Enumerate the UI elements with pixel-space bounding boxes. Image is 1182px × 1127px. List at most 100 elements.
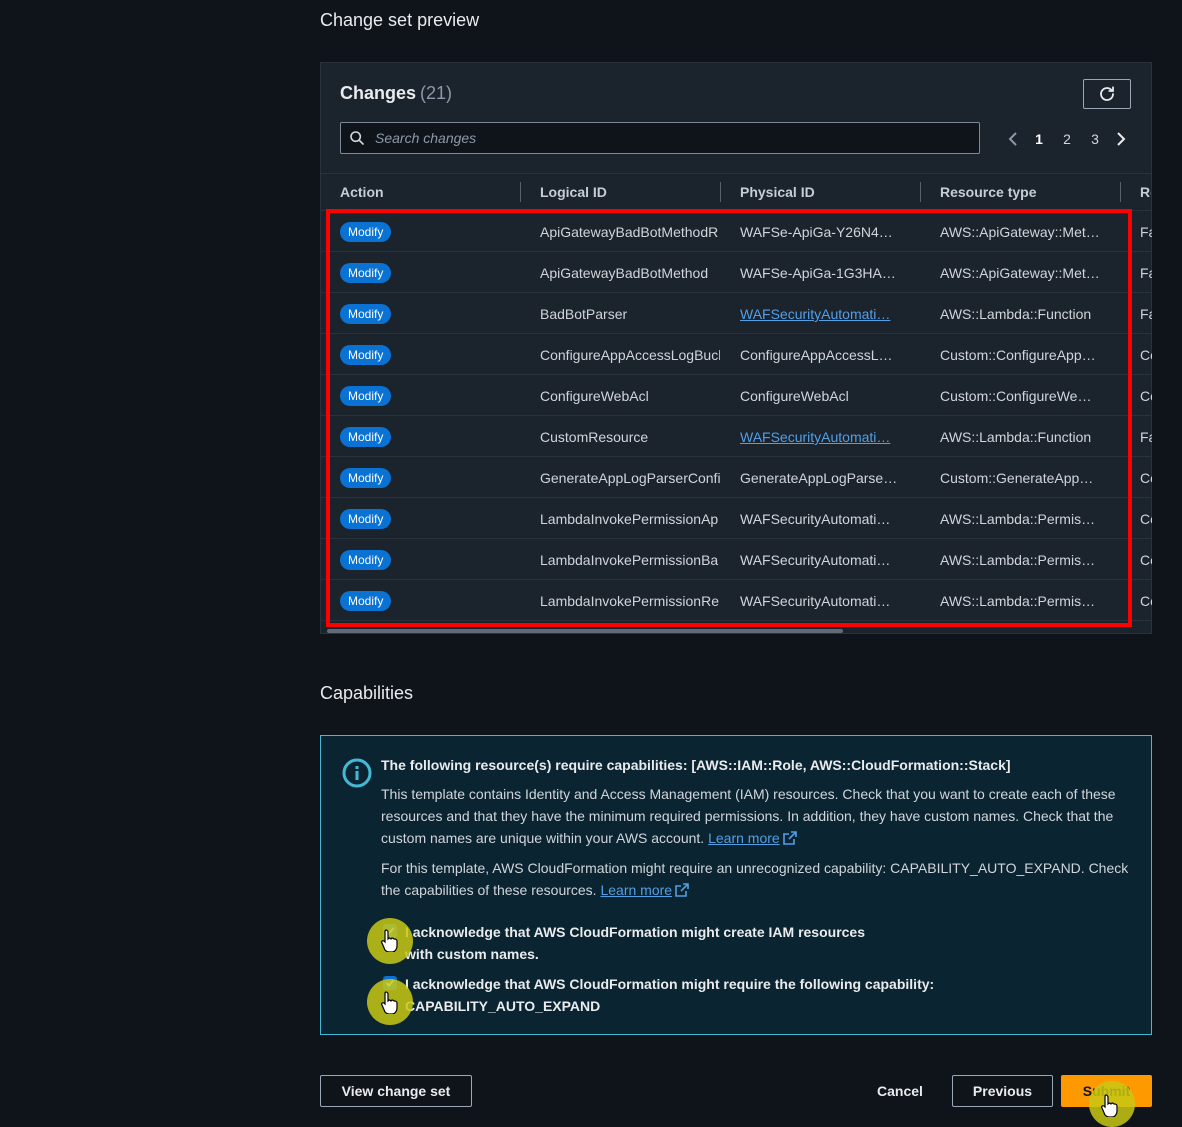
info-icon bbox=[342, 758, 372, 788]
external-link-icon[interactable] bbox=[782, 831, 797, 845]
table-row[interactable]: Modify BadBotParser WAFSecurityAutomati… AW… bbox=[321, 293, 1152, 334]
table-row[interactable]: Modify LambdaInvokePermissionBa WAFSecurit… bbox=[321, 539, 1152, 580]
action-badge: Modify bbox=[340, 427, 392, 447]
resource-type-cell: AWS::ApiGateway::Met… bbox=[940, 224, 1100, 240]
page-3-button[interactable]: 3 bbox=[1081, 131, 1109, 147]
table-header: Action Logical ID Physical ID Resource t… bbox=[321, 173, 1151, 211]
column-divider[interactable] bbox=[1120, 182, 1121, 202]
changes-header: Changes (21) bbox=[340, 83, 452, 104]
table-row[interactable]: Modify ConfigureWebAcl ConfigureWebAcl Cust… bbox=[321, 375, 1152, 416]
changes-label: Changes bbox=[340, 83, 417, 103]
physical-id-cell: ConfigureAppAccessLo… bbox=[740, 347, 900, 363]
ack-auto-expand-label: I acknowledge that AWS CloudFormation mi… bbox=[405, 976, 935, 992]
column-replacement[interactable]: Re bbox=[1140, 184, 1151, 200]
ack-iam-checkbox[interactable] bbox=[383, 924, 397, 938]
logical-id-cell: ConfigureAppAccessLogBuck bbox=[540, 347, 720, 363]
capabilities-alert: The following resource(s) require capabi… bbox=[320, 735, 1152, 1035]
submit-button[interactable]: Submit bbox=[1061, 1075, 1152, 1107]
replacement-cell: Co bbox=[1140, 511, 1152, 527]
replacement-cell: Co bbox=[1140, 552, 1152, 568]
column-action[interactable]: Action bbox=[340, 184, 384, 200]
replacement-cell: Co bbox=[1140, 593, 1152, 609]
ack-iam-checkbox-row[interactable]: I acknowledge that AWS CloudFormation mi… bbox=[383, 921, 943, 965]
chevron-left-icon bbox=[1008, 132, 1017, 146]
table-row[interactable]: Modify ConfigureAppAccessLogBuck Configure… bbox=[321, 334, 1152, 375]
logical-id-cell: LambdaInvokePermissionAp bbox=[540, 511, 719, 527]
replacement-cell: Fa bbox=[1140, 265, 1152, 281]
search-input[interactable] bbox=[373, 129, 957, 147]
learn-more-link[interactable]: Learn more bbox=[708, 830, 780, 846]
column-divider[interactable] bbox=[920, 182, 921, 202]
logical-id-cell: ApiGatewayBadBotMethod bbox=[540, 265, 709, 281]
table-row[interactable]: Modify GenerateAppLogParserConfi GenerateA… bbox=[321, 457, 1152, 498]
column-physical-id[interactable]: Physical ID bbox=[740, 184, 815, 200]
previous-page-button[interactable] bbox=[1001, 127, 1025, 151]
replacement-cell: Co bbox=[1140, 470, 1152, 486]
next-page-button[interactable] bbox=[1109, 127, 1133, 151]
resource-type-cell: AWS::Lambda::Function bbox=[940, 429, 1092, 445]
logical-id-cell: BadBotParser bbox=[540, 306, 628, 322]
replacement-cell: Fa bbox=[1140, 429, 1152, 445]
previous-button[interactable]: Previous bbox=[952, 1075, 1053, 1107]
replacement-cell: Co bbox=[1140, 388, 1152, 404]
physical-id-cell: ConfigureWebAcl bbox=[740, 388, 849, 404]
search-icon bbox=[350, 131, 364, 145]
table-row[interactable]: Modify CustomResource WAFSecurityAutomati…… bbox=[321, 416, 1152, 457]
physical-id-cell[interactable]: WAFSecurityAutomati… bbox=[740, 306, 900, 322]
resource-type-cell: Custom::ConfigureWe… bbox=[940, 388, 1092, 404]
horizontal-scrollbar[interactable] bbox=[327, 629, 843, 633]
action-badge: Modify bbox=[340, 263, 392, 283]
page-2-button[interactable]: 2 bbox=[1053, 131, 1081, 147]
change-set-preview-title: Change set preview bbox=[320, 10, 480, 30]
resource-type-cell: Custom::GenerateApp… bbox=[940, 470, 1094, 486]
iam-resources-paragraph: This template contains Identity and Acce… bbox=[381, 783, 1141, 849]
cancel-button[interactable]: Cancel bbox=[870, 1075, 930, 1107]
physical-id-cell: WAFSe-ApiGa-1G3HA… bbox=[740, 265, 896, 281]
replacement-cell: Fa bbox=[1140, 224, 1152, 240]
search-field[interactable] bbox=[340, 122, 980, 154]
physical-id-cell: WAFSe-ApiGa-Y26N49… bbox=[740, 224, 900, 240]
action-badge: Modify bbox=[340, 550, 392, 570]
action-badge: Modify bbox=[340, 591, 392, 611]
logical-id-cell: LambdaInvokePermissionBa bbox=[540, 552, 719, 568]
auto-expand-paragraph: For this template, AWS CloudFormation mi… bbox=[381, 857, 1141, 901]
refresh-button[interactable] bbox=[1083, 79, 1131, 109]
page-1-button[interactable]: 1 bbox=[1025, 131, 1053, 147]
resource-type-cell: AWS::Lambda::Function bbox=[940, 306, 1092, 322]
physical-id-cell: WAFSecurityAutomati… bbox=[740, 552, 891, 568]
column-divider[interactable] bbox=[720, 182, 721, 202]
table-row[interactable]: Modify ApiGatewayBadBotMethod WAFSe-ApiGa-… bbox=[321, 252, 1152, 293]
column-resource-type[interactable]: Resource type bbox=[940, 184, 1036, 200]
column-logical-id[interactable]: Logical ID bbox=[540, 184, 607, 200]
replacement-cell: Co bbox=[1140, 347, 1152, 363]
external-link-icon[interactable] bbox=[675, 883, 689, 897]
logical-id-cell: LambdaInvokePermissionRe bbox=[540, 593, 719, 609]
action-badge: Modify bbox=[340, 386, 392, 406]
ack-auto-expand-checkbox[interactable] bbox=[383, 976, 397, 990]
action-badge: Modify bbox=[340, 468, 392, 488]
table-row[interactable]: Modify LambdaInvokePermissionAp WAFSecurit… bbox=[321, 498, 1152, 539]
checkmark-icon bbox=[385, 927, 395, 935]
resource-type-cell: AWS::Lambda::Permiss… bbox=[940, 552, 1100, 568]
changes-panel: Changes(21) 1 2 3 Action Logical ID Phys… bbox=[320, 62, 1152, 634]
physical-id-cell[interactable]: WAFSecurityAutomati… bbox=[740, 429, 900, 445]
chevron-right-icon bbox=[1117, 132, 1126, 146]
learn-more-link[interactable]: Learn more bbox=[600, 882, 672, 898]
action-badge: Modify bbox=[340, 304, 392, 324]
table-row[interactable]: Modify ApiGatewayBadBotMethodR WAFSe-ApiGa… bbox=[321, 211, 1152, 252]
capabilities-title: Capabilities bbox=[320, 683, 414, 703]
physical-id-cell: GenerateAppLogParse… bbox=[740, 470, 898, 486]
physical-id-cell: WAFSecurityAutomati… bbox=[740, 511, 891, 527]
column-divider[interactable] bbox=[520, 182, 521, 202]
ack-iam-label: I acknowledge that AWS CloudFormation mi… bbox=[405, 924, 866, 962]
logical-id-cell: GenerateAppLogParserConfi bbox=[540, 470, 720, 486]
checkmark-icon bbox=[385, 979, 395, 987]
view-change-set-button[interactable]: View change set bbox=[320, 1075, 472, 1107]
resource-type-cell: AWS::Lambda::Permiss… bbox=[940, 593, 1100, 609]
ack-auto-expand-capability: CAPABILITY_AUTO_EXPAND bbox=[405, 998, 601, 1014]
action-badge: Modify bbox=[340, 509, 392, 529]
ack-auto-expand-checkbox-row[interactable]: I acknowledge that AWS CloudFormation mi… bbox=[383, 973, 943, 1017]
table-row[interactable]: Modify LambdaInvokePermissionRe WAFSecurit… bbox=[321, 580, 1152, 621]
resource-type-cell: AWS::ApiGateway::Met… bbox=[940, 265, 1100, 281]
changes-table-body: Modify ApiGatewayBadBotMethodR WAFSe-ApiGa… bbox=[321, 211, 1152, 621]
